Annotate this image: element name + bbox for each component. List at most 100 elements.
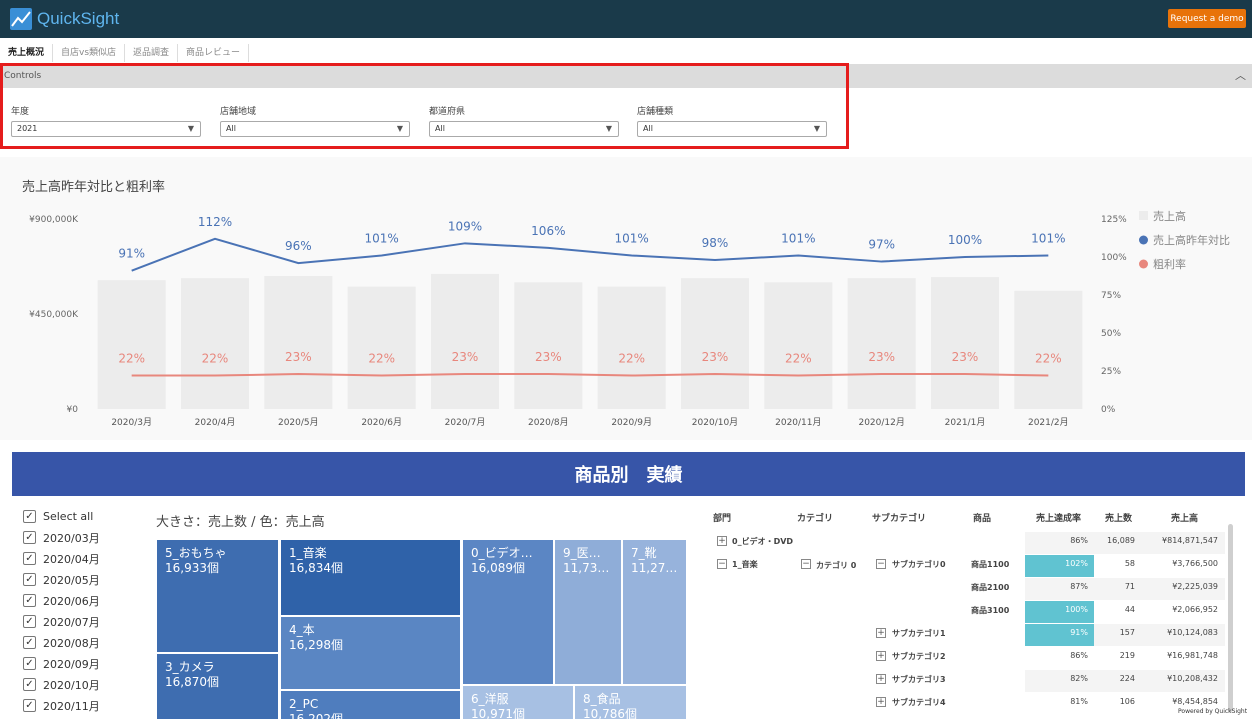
- tab-reviews[interactable]: 商品レビュー: [178, 44, 250, 62]
- treemap-tile[interactable]: 4_本 16,298個: [280, 616, 461, 690]
- x-tick-label: 2020/4月: [195, 417, 236, 428]
- y-tick-label: ¥0: [67, 405, 79, 415]
- chart-logo-icon: [10, 8, 32, 30]
- month-checkbox[interactable]: ✓ 2020/07月: [23, 611, 100, 632]
- select-all-checkbox[interactable]: ✓ Select all: [23, 506, 100, 527]
- collapse-icon[interactable]: −: [801, 559, 811, 569]
- month-checkbox[interactable]: ✓ 2020/08月: [23, 632, 100, 653]
- treemap-tile[interactable]: 7_靴 11,27…: [622, 539, 687, 685]
- column-header[interactable]: 商品: [973, 511, 991, 524]
- checkbox-checked-icon[interactable]: ✓: [23, 657, 36, 670]
- month-checkbox[interactable]: ✓ 2020/03月: [23, 527, 100, 548]
- treemap-tile[interactable]: 5_おもちゃ 16,933個: [156, 539, 279, 653]
- margin-line-label: 22%: [1035, 352, 1062, 366]
- product-cell: 商品3100: [971, 606, 1010, 615]
- expand-icon[interactable]: +: [876, 697, 886, 707]
- sales-cell: ¥3,766,500: [1172, 559, 1218, 568]
- checkbox-label: Select all: [43, 510, 94, 523]
- rate-cell: 81%: [1070, 697, 1088, 706]
- qty-cell: 157: [1119, 628, 1135, 637]
- sales-bar: [597, 286, 666, 409]
- tab-sales-overview[interactable]: 売上概況: [0, 44, 54, 62]
- sales-cell: ¥10,124,083: [1167, 628, 1218, 637]
- x-tick-label: 2020/11月: [775, 417, 821, 428]
- margin-line-label: 23%: [702, 350, 729, 364]
- category-cell: カテゴリ 0: [816, 561, 857, 570]
- month-checkbox[interactable]: ✓ 2020/05月: [23, 569, 100, 590]
- yoy-line-label: 97%: [868, 238, 895, 252]
- collapse-icon[interactable]: −: [876, 559, 886, 569]
- sales-bar: [97, 280, 166, 409]
- margin-line-label: 23%: [285, 350, 312, 364]
- checkbox-checked-icon[interactable]: ✓: [23, 699, 36, 712]
- yoy-line-label: 101%: [1031, 231, 1065, 245]
- sales-cell: ¥16,981,748: [1167, 651, 1218, 660]
- collapse-icon[interactable]: ︿: [1235, 64, 1246, 88]
- collapse-icon[interactable]: −: [717, 559, 727, 569]
- month-checkbox[interactable]: ✓ 2020/09月: [23, 653, 100, 674]
- month-checkbox[interactable]: ✓ 2020/11月: [23, 695, 100, 716]
- checkbox-checked-icon[interactable]: ✓: [23, 552, 36, 565]
- tile-value: 10,971個: [471, 707, 525, 720]
- logo-text: QuickSight: [37, 9, 120, 28]
- checkbox-checked-icon[interactable]: ✓: [23, 510, 36, 523]
- checkbox-checked-icon[interactable]: ✓: [23, 636, 36, 649]
- yoy-line-label: 101%: [781, 231, 815, 245]
- column-header[interactable]: 売上達成率: [1036, 511, 1081, 524]
- expand-icon[interactable]: +: [876, 674, 886, 684]
- column-header[interactable]: 売上高: [1171, 511, 1198, 524]
- request-demo-button[interactable]: Request a demo: [1168, 9, 1246, 28]
- column-header[interactable]: カテゴリ: [797, 511, 833, 524]
- yoy-line-label: 91%: [118, 247, 145, 261]
- checkbox-label: 2020/04月: [43, 552, 100, 566]
- margin-line-label: 23%: [452, 350, 479, 364]
- checkbox-label: 2020/03月: [43, 531, 100, 545]
- margin-line-label: 23%: [952, 350, 979, 364]
- legend-swatch: [1139, 211, 1148, 220]
- treemap-tile[interactable]: 9_医… 11,73…: [554, 539, 622, 685]
- yoy-line: [131, 237, 1049, 272]
- column-header[interactable]: 部門: [713, 511, 731, 524]
- column-header[interactable]: サブカテゴリ: [872, 511, 926, 524]
- expand-icon[interactable]: +: [876, 651, 886, 661]
- quicksight-logo[interactable]: QuickSight: [10, 7, 119, 31]
- tile-value: 11,27…: [631, 561, 678, 575]
- treemap-tile[interactable]: 2_PC 16,202個: [280, 690, 461, 720]
- checkbox-checked-icon[interactable]: ✓: [23, 594, 36, 607]
- expand-icon[interactable]: +: [876, 628, 886, 638]
- checkbox-checked-icon[interactable]: ✓: [23, 615, 36, 628]
- column-header[interactable]: 売上数: [1105, 511, 1132, 524]
- checkbox-checked-icon[interactable]: ✓: [23, 573, 36, 586]
- month-checkbox[interactable]: ✓ 2020/10月: [23, 674, 100, 695]
- treemap-tile[interactable]: 6_洋服 10,971個: [462, 685, 574, 720]
- treemap-tile[interactable]: 8_食品 10,786個: [574, 685, 687, 720]
- tile-value: 16,870個: [165, 675, 219, 689]
- rate-cell: 102%: [1065, 559, 1088, 568]
- tile-name: 3_カメラ: [165, 660, 215, 674]
- checkbox-checked-icon[interactable]: ✓: [23, 678, 36, 691]
- qty-cell: 58: [1124, 559, 1135, 568]
- yoy-line-label: 96%: [285, 239, 312, 253]
- x-tick-label: 2020/3月: [111, 417, 152, 428]
- treemap-tile[interactable]: 0_ビデオ… 16,089個: [462, 539, 554, 685]
- treemap-tile[interactable]: 1_音楽 16,834個: [280, 539, 461, 616]
- checkbox-checked-icon[interactable]: ✓: [23, 531, 36, 544]
- x-tick-label: 2021/1月: [945, 417, 986, 428]
- month-checkbox[interactable]: ✓ 2020/04月: [23, 548, 100, 569]
- rate-cell: 86%: [1070, 651, 1088, 660]
- qty-cell: 219: [1119, 651, 1135, 660]
- rate-cell: 87%: [1070, 582, 1088, 591]
- sales-bar: [264, 276, 333, 409]
- highlight-box: [0, 63, 849, 149]
- tile-name: 4_本: [289, 623, 315, 637]
- x-tick-label: 2020/7月: [445, 417, 486, 428]
- expand-icon[interactable]: +: [717, 536, 727, 546]
- table-scrollbar[interactable]: [1228, 524, 1233, 712]
- month-checkbox[interactable]: ✓ 2020/06月: [23, 590, 100, 611]
- tab-store-comparison[interactable]: 自店vs類似店: [53, 44, 126, 62]
- treemap-tile[interactable]: 3_カメラ 16,870個: [156, 653, 279, 720]
- tab-returns[interactable]: 返品調査: [125, 44, 179, 62]
- tile-name: 9_医…: [563, 546, 601, 560]
- yoy-line-label: 98%: [702, 236, 729, 250]
- x-tick-label: 2020/8月: [528, 417, 569, 428]
